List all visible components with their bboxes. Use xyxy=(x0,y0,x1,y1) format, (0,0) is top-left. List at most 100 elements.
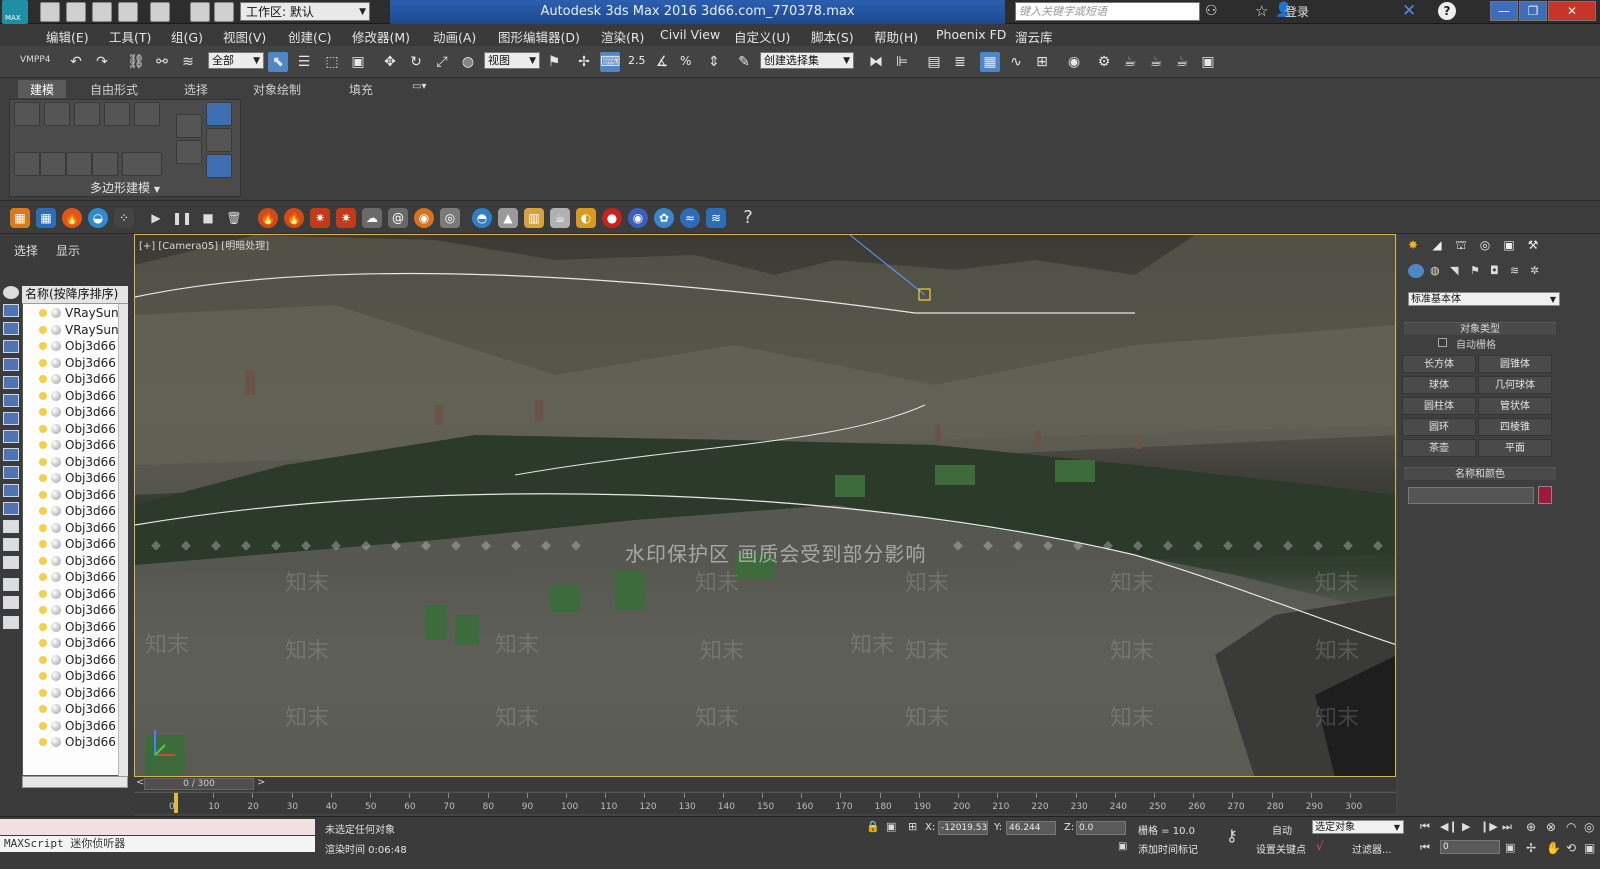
scene-object-row[interactable]: Obj3d66 xyxy=(23,536,119,553)
light-bulb-icon[interactable] xyxy=(39,375,47,383)
menu-cloud-library[interactable]: 溜云库 xyxy=(1015,27,1053,46)
ribbon-side-icon-1[interactable] xyxy=(206,102,232,126)
geosphere-button[interactable]: 几何球体 xyxy=(1478,376,1552,394)
light-bulb-icon[interactable] xyxy=(39,639,47,647)
name-column-header[interactable]: 名称(按降序排序) xyxy=(22,286,128,304)
scene-object-row[interactable]: Obj3d66 xyxy=(23,520,119,537)
layer-explorer-icon[interactable]: ▤ xyxy=(924,52,944,72)
render-production-icon[interactable]: ☕ xyxy=(1146,52,1166,72)
menu-help[interactable]: 帮助(H) xyxy=(874,27,918,46)
place-icon[interactable]: ◍ xyxy=(458,52,478,72)
light-bulb-icon[interactable] xyxy=(39,474,47,482)
preset-cup-icon[interactable]: ☕ xyxy=(550,208,570,228)
object-name-field[interactable] xyxy=(1408,487,1534,504)
plane-button[interactable]: 平面 xyxy=(1478,439,1552,457)
render-activeshade-icon[interactable]: ▣ xyxy=(1198,52,1218,72)
scene-object-row[interactable]: Obj3d66 xyxy=(23,371,119,388)
next-key-icon[interactable]: ❙▶ xyxy=(1480,820,1498,833)
scene-object-row[interactable]: Obj3d66 xyxy=(23,619,119,636)
binoculars-icon[interactable]: ⚇ xyxy=(1205,3,1218,19)
ribbon-tab-modeling[interactable]: 建模 xyxy=(18,80,67,98)
light-bulb-icon[interactable] xyxy=(39,622,47,631)
pyramid-button[interactable]: 四棱锥 xyxy=(1478,418,1552,436)
liquid-source-icon[interactable]: ◒ xyxy=(88,208,108,228)
light-bulb-icon[interactable] xyxy=(39,573,47,581)
camera-viewport[interactable]: [+] [Camera05] [明暗处理] 水印保护区 画质会受到部分影响 知末… xyxy=(134,234,1396,777)
exchange-icon[interactable]: ✕ xyxy=(1402,1,1416,21)
name-color-rollout[interactable]: 名称和颜色 xyxy=(1404,467,1556,480)
polygon-icon[interactable] xyxy=(104,102,130,126)
lock-icon[interactable]: 🔒 xyxy=(866,820,880,833)
bind-space-warp-icon[interactable]: ≋ xyxy=(178,52,198,72)
maximize-button[interactable]: ❐ xyxy=(1519,1,1547,21)
display-helpers-icon[interactable] xyxy=(3,376,19,389)
scene-object-row[interactable]: Obj3d66 xyxy=(23,355,119,372)
percent-snap-icon[interactable]: % xyxy=(680,54,691,68)
spinner-snap-icon[interactable]: ⇕ xyxy=(704,52,724,72)
named-selection-dropdown[interactable]: 创建选择集 ▼ xyxy=(760,52,854,69)
add-time-tag[interactable]: 添加时间标记 xyxy=(1138,841,1198,856)
preset-drip-icon[interactable]: ◉ xyxy=(628,208,648,228)
box-button[interactable]: 长方体 xyxy=(1402,355,1476,373)
preset-pour-icon[interactable]: ▲ xyxy=(498,208,518,228)
explorer-tab-select[interactable]: 选择 xyxy=(14,242,38,259)
scene-object-row[interactable]: Obj3d66 xyxy=(23,569,119,586)
scene-explorer-icon[interactable]: ▦ xyxy=(980,52,1000,72)
display-geometry-icon[interactable] xyxy=(3,304,19,317)
display-xrefs-icon[interactable] xyxy=(3,430,19,443)
autogrid-checkbox[interactable] xyxy=(1438,338,1447,347)
light-bulb-icon[interactable] xyxy=(39,441,47,449)
link-icon[interactable]: ⛓ xyxy=(126,52,146,72)
light-bulb-icon[interactable] xyxy=(39,391,47,400)
light-bulb-icon[interactable] xyxy=(39,655,47,664)
save-file-icon[interactable] xyxy=(92,2,112,22)
scale-icon[interactable]: ⤢ xyxy=(432,52,452,72)
preset-fire2-icon[interactable]: 🔥 xyxy=(284,208,304,228)
menu-create[interactable]: 创建(C) xyxy=(288,27,331,46)
scene-object-row[interactable]: Obj3d66 xyxy=(23,437,119,454)
object-color-swatch[interactable] xyxy=(1538,486,1552,504)
fire-source-icon[interactable]: 🔥 xyxy=(62,208,82,228)
scene-object-row[interactable]: Obj3d66 xyxy=(23,718,119,735)
light-bulb-icon[interactable] xyxy=(39,309,47,317)
scene-object-row[interactable]: Obj3d66 xyxy=(23,454,119,471)
rotate-icon[interactable]: ↻ xyxy=(406,52,426,72)
go-to-end-icon[interactable]: ⏭ xyxy=(1502,820,1512,834)
sphere-button[interactable]: 球体 xyxy=(1402,376,1476,394)
light-bulb-icon[interactable] xyxy=(39,705,47,713)
scene-object-row[interactable]: Obj3d66 xyxy=(23,338,119,355)
light-bulb-icon[interactable] xyxy=(39,342,47,350)
scene-object-row[interactable]: Obj3d66 xyxy=(23,421,119,438)
scene-object-row[interactable]: Obj3d66 xyxy=(23,404,119,421)
light-bulb-icon[interactable] xyxy=(39,523,47,532)
angle-snap-icon[interactable]: ∡ xyxy=(652,52,672,72)
time-slider[interactable]: < 0 / 300 > xyxy=(134,777,1396,791)
select-manipulate-icon[interactable]: ✢ xyxy=(574,52,594,72)
explorer-tab-display[interactable]: 显示 xyxy=(56,242,80,259)
show-end-result-icon[interactable] xyxy=(176,140,202,164)
tube-button[interactable]: 管状体 xyxy=(1478,397,1552,415)
menu-modifiers[interactable]: 修改器(M) xyxy=(352,27,410,46)
preset-spiral-icon[interactable]: @ xyxy=(388,208,408,228)
scene-object-row[interactable]: Obj3d66 xyxy=(23,503,119,520)
preset-burst-icon[interactable]: ✷ xyxy=(336,208,356,228)
current-frame-field[interactable]: 0 xyxy=(1440,840,1500,854)
help-icon[interactable]: ? xyxy=(1438,2,1456,20)
auto-key-button[interactable]: 自动 xyxy=(1272,822,1292,837)
light-bulb-icon[interactable] xyxy=(39,325,47,334)
y-coordinate-field[interactable]: 46.244 xyxy=(1006,821,1056,835)
menu-customize[interactable]: 自定义(U) xyxy=(734,27,790,46)
light-bulb-icon[interactable] xyxy=(39,738,47,746)
help-icon[interactable]: ? xyxy=(738,208,758,228)
modify-mode-icon[interactable] xyxy=(14,152,40,176)
new-file-icon[interactable] xyxy=(40,2,60,22)
key-filter-icon[interactable]: √ xyxy=(1316,839,1324,853)
modify-tab-icon[interactable]: ◢ xyxy=(1426,236,1448,254)
light-bulb-icon[interactable] xyxy=(39,721,47,730)
display-none-icon[interactable] xyxy=(3,286,19,299)
explorer-horizontal-scrollbar[interactable] xyxy=(22,776,128,788)
preset-ocean-icon[interactable]: ≋ xyxy=(706,208,726,228)
star-icon[interactable]: ☆ xyxy=(1255,2,1268,20)
shapes-icon[interactable]: ◍ xyxy=(1430,264,1440,277)
time-slider-knob[interactable]: 0 / 300 xyxy=(144,778,254,790)
